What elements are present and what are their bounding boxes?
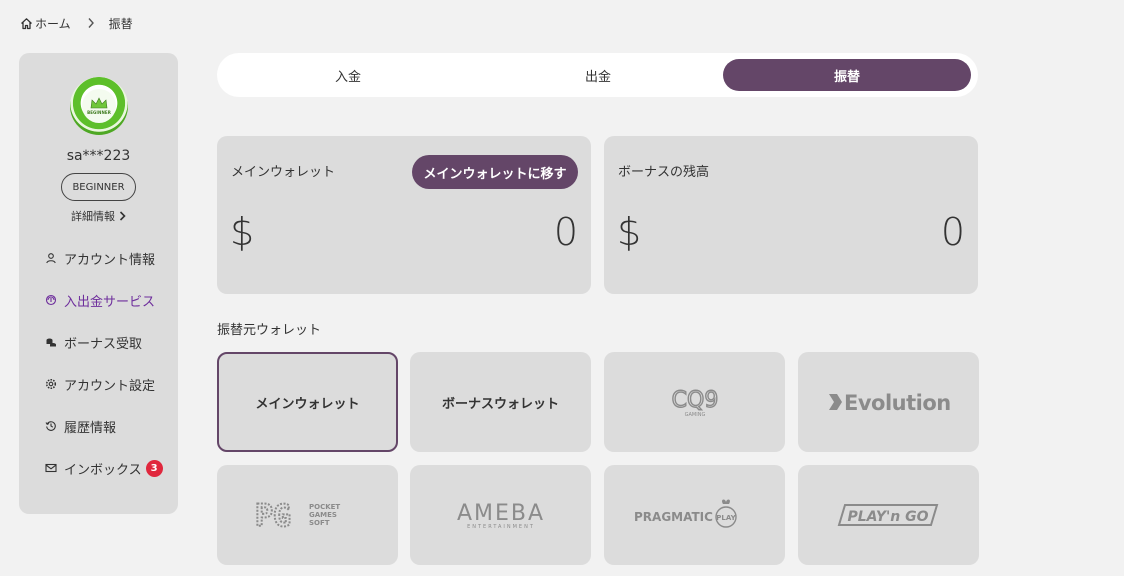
source-pg-wallet[interactable]: PG POCKET GAMES SOFT	[217, 465, 398, 565]
bonus-balance-card: ボーナスの残高 $ 0	[604, 136, 978, 294]
sidebar-item-bonus[interactable]: ボーナス受取	[45, 331, 175, 353]
source-main-wallet-label: メインウォレット	[255, 396, 360, 412]
details-link-label: 詳細情報	[71, 210, 115, 223]
history-icon	[45, 420, 57, 432]
bonus-balance-title: ボーナスの残高	[618, 165, 710, 180]
gear-icon	[45, 378, 57, 390]
playngo-logo: PLAY'n GO	[837, 504, 938, 526]
sidebar-item-history[interactable]: 履歴情報	[45, 415, 175, 437]
move-to-main-wallet-button[interactable]: メインウォレットに移す	[412, 155, 578, 189]
sidebar-item-account-info[interactable]: アカウント情報	[45, 247, 175, 269]
cq9-logo: CQ9 GAMING	[670, 387, 718, 418]
evolution-logo-text: Evolution	[844, 391, 951, 415]
sidebar-item-inbox[interactable]: インボックス 3	[45, 457, 175, 479]
avatar-rank-text: BEGINNER	[87, 110, 111, 115]
bonus-balance-currency: $	[617, 210, 642, 254]
sidebar-item-label: アカウント情報	[64, 252, 156, 268]
ameba-logo: AMEBA ENTERTAINMENT	[456, 501, 544, 530]
tab-transfer[interactable]: 振替	[723, 59, 971, 91]
deposit-icon	[45, 294, 57, 306]
username: sa***223	[66, 148, 131, 164]
home-icon[interactable]	[20, 17, 33, 30]
main-wallet-title: メインウォレット	[231, 165, 336, 180]
sidebar-item-label: 入出金サービス	[64, 294, 156, 310]
main-wallet-amount: 0	[553, 210, 578, 254]
evolution-mark-icon	[828, 394, 842, 410]
sidebar: BEGINNER sa***223 BEGINNER 詳細情報 アカウント情報 …	[19, 53, 178, 514]
chevron-right-icon	[119, 211, 126, 221]
sidebar-item-deposit-service[interactable]: 入出金サービス	[45, 289, 175, 311]
evolution-logo: Evolution	[828, 391, 951, 415]
avatar-badge: BEGINNER	[82, 89, 116, 123]
pg-logo: PG POCKET GAMES SOFT	[254, 498, 340, 533]
main-wallet-card: メインウォレット メインウォレットに移す $ 0	[217, 136, 591, 294]
cq9-logo-sub: GAMING	[684, 412, 705, 418]
tab-withdraw[interactable]: 出金	[474, 59, 722, 91]
breadcrumb-home-link[interactable]: ホーム	[35, 15, 71, 32]
pragmatic-leaf-icon	[721, 499, 730, 504]
tab-deposit[interactable]: 入金	[224, 59, 472, 91]
breadcrumb-current: 振替	[108, 16, 133, 31]
source-pragmatic-wallet[interactable]: PRAGMATIC PLAY	[604, 465, 785, 565]
source-bonus-wallet-label: ボーナスウォレット	[441, 396, 559, 412]
pg-logo-text: PG	[255, 499, 291, 533]
playngo-logo-text: PLAY'n GO	[847, 509, 928, 525]
sidebar-item-label: インボックス	[64, 462, 142, 478]
main-wallet-currency: $	[230, 210, 255, 254]
details-link[interactable]: 詳細情報	[19, 208, 178, 224]
sidebar-item-label: 履歴情報	[64, 420, 117, 436]
rank-badge: BEGINNER	[61, 173, 136, 201]
source-ameba-wallet[interactable]: AMEBA ENTERTAINMENT	[410, 465, 591, 565]
pragmatic-logo-text: PRAGMATIC	[634, 510, 713, 524]
inbox-count-badge: 3	[145, 459, 163, 477]
chevron-right-icon	[87, 17, 95, 29]
avatar: BEGINNER	[70, 77, 128, 135]
sidebar-item-label: アカウント設定	[64, 378, 156, 394]
breadcrumb: ホーム 振替	[20, 15, 133, 31]
bonus-balance-amount: 0	[940, 210, 965, 254]
source-cq9-wallet[interactable]: CQ9 GAMING	[604, 352, 785, 452]
ameba-logo-sub: ENTERTAINMENT	[467, 524, 535, 530]
pragmatic-logo: PRAGMATIC PLAY	[634, 499, 737, 528]
ameba-logo-text: AMEBA	[456, 501, 544, 526]
coins-icon	[45, 336, 57, 348]
source-bonus-wallet[interactable]: ボーナスウォレット	[410, 352, 591, 452]
crown-icon	[90, 97, 108, 109]
source-main-wallet[interactable]: メインウォレット	[217, 352, 398, 452]
user-icon	[45, 252, 57, 264]
cq9-logo-text: CQ9	[671, 388, 718, 413]
sidebar-item-account-settings[interactable]: アカウント設定	[45, 373, 175, 395]
mail-icon	[45, 462, 57, 474]
sidebar-item-label: ボーナス受取	[64, 336, 143, 352]
pragmatic-logo-sub: PLAY	[716, 514, 736, 522]
source-evolution-wallet[interactable]: Evolution	[798, 352, 979, 452]
transaction-tabs: 入金 出金 振替	[217, 53, 978, 97]
pg-logo-sub: POCKET GAMES SOFT	[308, 503, 340, 527]
source-playngo-wallet[interactable]: PLAY'n GO	[798, 465, 979, 565]
source-wallet-title: 振替元ウォレット	[217, 323, 322, 338]
